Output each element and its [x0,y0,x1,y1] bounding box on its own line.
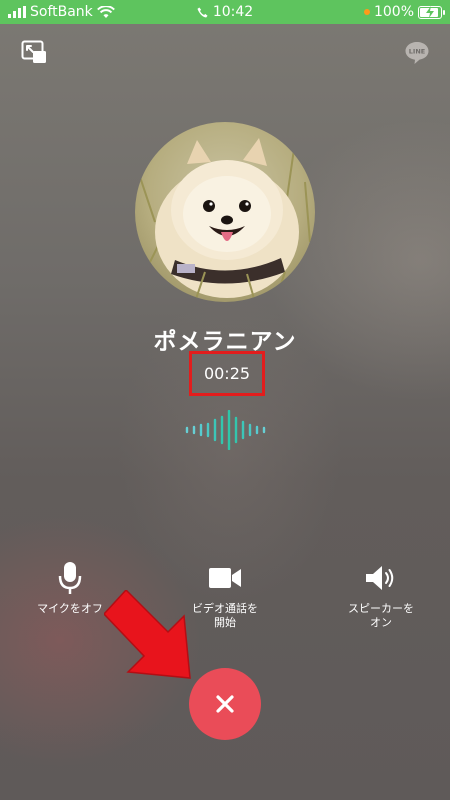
status-bar: SoftBank 10:42 100% [0,0,450,24]
call-duration-highlight: 00:25 [189,351,265,396]
picture-in-picture-icon[interactable] [21,40,47,64]
line-logo-text: LINE [409,48,425,56]
status-time: 10:42 [212,4,254,20]
battery-charging-icon [418,5,445,19]
avatar [135,122,315,302]
annotation-arrow-icon [104,590,191,679]
microphone-icon [58,562,82,594]
close-icon [216,695,234,713]
call-duration: 00:25 [203,364,251,383]
voice-activity-wave-icon [185,410,266,450]
battery-percent: 100% [373,4,414,20]
video-camera-icon [209,568,241,588]
phone-call-icon [197,6,208,18]
speaker-label-1: スピーカーを [348,602,414,615]
speaker-on-button[interactable]: スピーカーを オン [321,560,441,630]
pomeranian-photo [135,138,311,302]
status-right: 100% [363,0,445,24]
end-call-button[interactable] [189,668,261,740]
speaker-icon [366,566,394,590]
speaker-label-2: オン [370,616,392,629]
line-logo-icon[interactable]: LINE [404,40,430,66]
mic-in-use-indicator-icon [363,9,370,15]
